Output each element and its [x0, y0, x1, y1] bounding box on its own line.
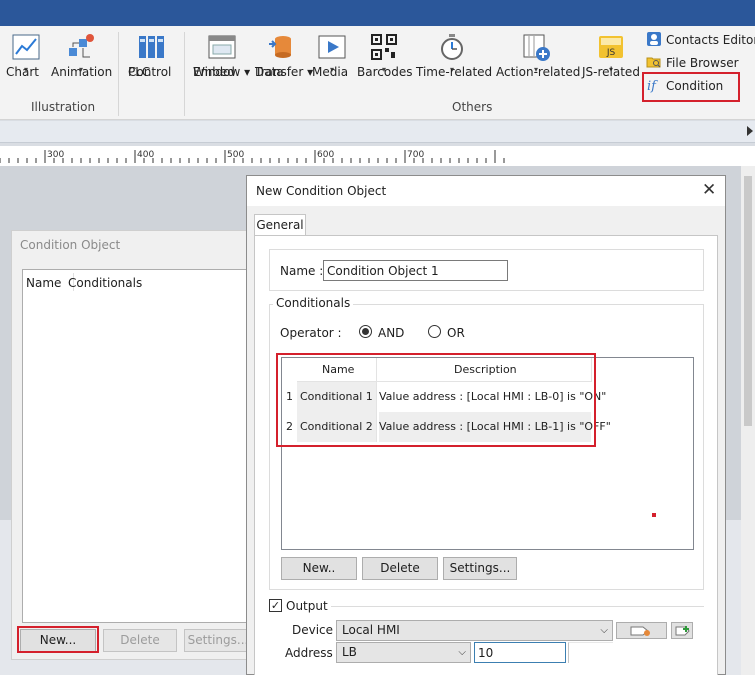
condition-object-list[interactable]: Name Conditionals	[22, 269, 252, 623]
folder-search-icon	[646, 54, 662, 70]
ruler-mark-400: 400	[137, 150, 154, 160]
file-browser-button[interactable]: File Browser	[646, 53, 739, 73]
address-extra-field	[568, 642, 613, 663]
new-conditional-button[interactable]: New..	[281, 557, 357, 580]
output-label: Output	[286, 599, 328, 613]
settings-button[interactable]: Settings...	[184, 629, 252, 652]
operator-label: Operator :	[280, 326, 342, 340]
animation-icon	[66, 32, 96, 62]
close-icon[interactable]: ✕	[702, 180, 716, 200]
media-button[interactable]: Media ▾	[312, 30, 352, 79]
delete-button[interactable]: Delete	[103, 629, 177, 652]
svg-text:if: if	[647, 79, 658, 93]
group-divider	[184, 32, 185, 116]
barcodes-button[interactable]: Barcodes ▾	[357, 30, 412, 79]
tag-icon	[630, 626, 650, 636]
js-related-button[interactable]: JS JS-related ▾	[582, 30, 640, 79]
address-label: Address :	[285, 646, 341, 660]
contacts-editor-button[interactable]: Contacts Editor	[646, 30, 755, 50]
device-select[interactable]: Local HMI ⌵	[336, 620, 613, 641]
embed-window-button[interactable]: Embed Window ▾	[193, 30, 251, 79]
chart-icon	[11, 32, 41, 62]
data-transfer-button[interactable]: Data Transfer ▾	[255, 30, 313, 79]
ribbon-collapse-strip	[0, 121, 755, 143]
condition-if-icon: if	[646, 77, 662, 94]
animation-button[interactable]: Animation ▾	[51, 30, 112, 79]
name-input[interactable]	[323, 260, 508, 281]
address-type-select[interactable]: LB ⌵	[336, 642, 471, 663]
tag-add-icon	[675, 626, 690, 636]
plc-icon	[137, 32, 167, 62]
new-button[interactable]: New...	[20, 629, 96, 652]
condition-button[interactable]: if Condition	[646, 76, 723, 96]
table-row[interactable]: 1 Conditional 1 Value address : [Local H…	[282, 382, 606, 412]
chart-button[interactable]: Chart ▾	[6, 30, 46, 79]
group-label-others: Others	[452, 100, 493, 114]
name-group: Name :	[269, 249, 704, 291]
column-header-name[interactable]: Name	[26, 276, 61, 290]
chevron-down-icon: ⌵	[458, 647, 466, 658]
column-header-name[interactable]: Name	[297, 358, 377, 382]
table-row[interactable]: 2 Conditional 2 Value address : [Local H…	[282, 412, 611, 442]
output-checkbox[interactable]: ✓	[269, 599, 282, 612]
device-label: Device :	[292, 623, 341, 637]
action-related-button[interactable]: Action-related ▾	[496, 30, 580, 79]
chevron-down-icon: ▾	[244, 65, 251, 79]
conditionals-legend: Conditionals	[273, 296, 354, 310]
operator-or-label: OR	[447, 326, 465, 340]
settings-conditional-button[interactable]: Settings...	[443, 557, 517, 580]
new-condition-object-dialog: New Condition Object ✕ General Name : Co…	[246, 175, 726, 675]
dialog-title: New Condition Object	[256, 184, 387, 198]
ruler-mark-300: 300	[47, 150, 64, 160]
add-device-button[interactable]	[671, 622, 693, 639]
horizontal-ruler: 300 400 500 600 700	[0, 146, 515, 164]
condition-object-dialog: Condition Object Name Conditionals New..…	[11, 230, 252, 660]
database-transfer-icon	[266, 32, 296, 62]
output-divider	[331, 606, 704, 607]
name-label: Name :	[280, 264, 324, 278]
dialog-title-bar: New Condition Object ✕	[247, 176, 725, 206]
vertical-scrollbar[interactable]	[741, 166, 755, 675]
app-title-bar	[0, 0, 755, 26]
group-divider	[118, 32, 119, 116]
ruler-mark-700: 700	[407, 150, 424, 160]
group-label-illustration: Illustration	[31, 100, 96, 114]
ruler-mark-600: 600	[317, 150, 334, 160]
javascript-icon: JS	[596, 32, 626, 62]
stopwatch-icon	[437, 32, 467, 62]
qr-code-icon	[369, 32, 399, 62]
svg-text:JS: JS	[606, 48, 616, 58]
ruler-mark-500: 500	[227, 150, 244, 160]
window-icon	[207, 32, 237, 62]
dialog-title: Condition Object	[20, 238, 121, 252]
ribbon-toolbar: Chart ▾ Animation ▾ Illustration PLC Con…	[0, 26, 755, 120]
contacts-icon	[646, 31, 662, 47]
operator-and-radio[interactable]	[359, 325, 372, 338]
chevron-down-icon: ⌵	[600, 625, 608, 636]
media-play-icon	[317, 32, 347, 62]
tab-general[interactable]: General	[254, 214, 306, 236]
time-related-button[interactable]: Time-related ▾	[416, 30, 492, 79]
scrollbar-thumb[interactable]	[744, 176, 752, 426]
conditionals-table[interactable]: Name Description 1 Conditional 1 Value a…	[281, 357, 694, 550]
column-header-description[interactable]: Description	[377, 358, 592, 382]
expand-arrow-icon[interactable]	[747, 126, 753, 136]
column-header-conditionals[interactable]: Conditionals	[68, 276, 142, 290]
operator-and-label: AND	[378, 326, 405, 340]
plc-control-button[interactable]: PLC Control	[128, 30, 176, 79]
cursor-marker	[652, 513, 656, 517]
delete-conditional-button[interactable]: Delete	[362, 557, 438, 580]
action-add-icon	[521, 32, 551, 62]
address-input[interactable]	[474, 642, 566, 663]
device-settings-button[interactable]	[616, 622, 667, 639]
operator-or-radio[interactable]	[428, 325, 441, 338]
general-tab-panel: Name : Conditionals Operator : AND OR Na…	[254, 235, 718, 675]
